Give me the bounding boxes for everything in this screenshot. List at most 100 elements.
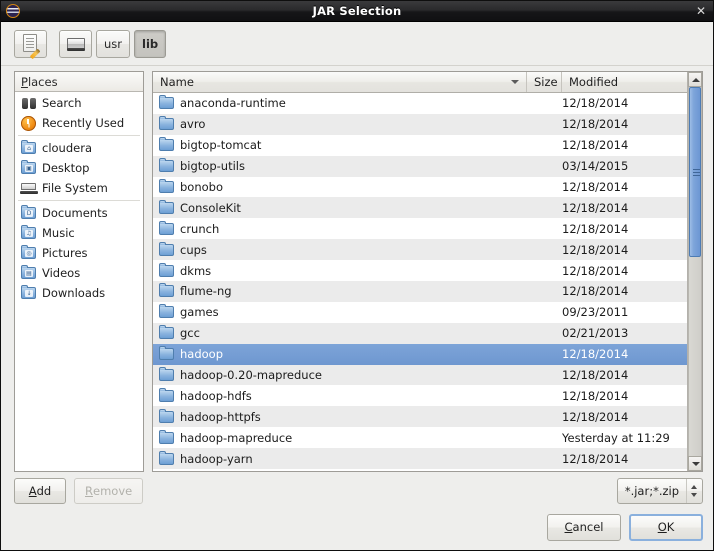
file-row-name: cups <box>153 241 520 258</box>
cancel-button[interactable]: Cancel <box>547 513 621 541</box>
places-sidebar: Places Search Recently Used ⌂ cloudera ▣… <box>14 71 144 472</box>
column-header-modified[interactable]: Modified <box>562 72 687 92</box>
sidebar-item-documents[interactable]: D Documents <box>15 203 143 223</box>
table-row[interactable]: bonobo 12/18/2014 <box>153 176 687 198</box>
scroll-down-icon[interactable] <box>688 456 702 471</box>
sidebar-item-downloads[interactable]: ↓ Downloads <box>15 283 143 303</box>
sidebar-item-desktop[interactable]: ▣ Desktop <box>15 158 143 178</box>
sidebar-item-recently-used[interactable]: Recently Used <box>15 113 143 133</box>
file-row-name-label: ConsoleKit <box>180 200 241 215</box>
folder-icon <box>159 262 175 279</box>
folder-icon <box>159 116 175 132</box>
folder-icon <box>159 220 175 237</box>
column-header-name[interactable]: Name <box>153 72 527 92</box>
sidebar-item-videos[interactable]: ▤ Videos <box>15 263 143 283</box>
file-row-name-label: flume-ng <box>180 284 232 299</box>
file-row-modified: 12/18/2014 <box>562 388 629 403</box>
titlebar[interactable]: JAR Selection ✕ <box>1 1 713 22</box>
sidebar-item-search[interactable]: Search <box>15 93 143 113</box>
table-row[interactable]: hadoop-httpfs 12/18/2014 <box>153 406 687 428</box>
file-list-rows: anaconda-runtime 12/18/2014 avro 12/18/2014… <box>153 93 687 471</box>
folder-icon <box>159 346 175 362</box>
places-header-mnemonic: P <box>21 74 28 89</box>
sidebar-item-label: Videos <box>42 266 81 280</box>
file-row-name-label: hadoop-yarn <box>180 451 253 466</box>
table-row[interactable]: bigtop-tomcat 12/18/2014 <box>153 134 687 156</box>
sidebar-item-pictures[interactable]: ◎ Pictures <box>15 243 143 263</box>
file-list-scrollbar[interactable] <box>687 72 702 471</box>
file-row-name-label: crunch <box>180 221 220 236</box>
table-row[interactable]: ConsoleKit 12/18/2014 <box>153 197 687 219</box>
folder-icon <box>159 408 175 425</box>
file-filter-value: *.jar;*.zip <box>624 484 679 498</box>
sidebar-item-file-system[interactable]: File System <box>15 178 143 198</box>
folder-icon <box>159 283 175 299</box>
file-row-modified: 12/18/2014 <box>562 221 629 236</box>
file-row-name-label: avro <box>180 117 206 132</box>
scroll-up-icon[interactable] <box>688 72 702 87</box>
table-row[interactable]: hadoop 12/18/2014 <box>153 343 687 365</box>
sidebar-item-label: Pictures <box>42 246 88 260</box>
table-row[interactable]: hadoop-0.20-mapreduce 12/18/2014 <box>153 364 687 386</box>
file-row-name: hadoop-yarn <box>153 450 520 467</box>
file-row-name-label: games <box>180 305 219 320</box>
cancel-button-label-rest: ancel <box>572 520 604 534</box>
folder-icon <box>159 387 175 404</box>
path-button-usr-label: usr <box>104 36 123 51</box>
column-header-size[interactable]: Size <box>527 72 562 92</box>
file-row-name-label: cups <box>180 242 207 257</box>
file-row-name-label: hadoop <box>180 347 224 362</box>
file-row-modified: 12/18/2014 <box>562 200 629 215</box>
table-row[interactable]: hadoop-mapreduce Yesterday at 11:29 <box>153 427 687 449</box>
add-button[interactable]: Add <box>14 478 66 504</box>
table-row[interactable]: flume-ng 12/18/2014 <box>153 281 687 302</box>
window-title: JAR Selection <box>312 4 402 18</box>
table-row[interactable]: hadoop-hdfs 12/18/2014 <box>153 385 687 407</box>
table-row[interactable]: dkms 12/18/2014 <box>153 260 687 282</box>
file-row-name-label: bigtop-tomcat <box>180 138 262 153</box>
path-button-lib[interactable]: lib <box>134 29 167 58</box>
sidebar-item-cloudera[interactable]: ⌂ cloudera <box>15 138 143 158</box>
file-list: Name Size Modified anaconda-runtime 12/18… <box>153 72 687 471</box>
file-row-modified: 12/18/2014 <box>562 263 629 278</box>
type-a-file-name-button[interactable] <box>14 29 47 60</box>
add-button-mnemonic: A <box>28 484 37 498</box>
file-filter-combo[interactable]: *.jar;*.zip <box>616 478 703 504</box>
java-duke-icon <box>5 3 21 19</box>
table-row[interactable]: bigtop-utils 03/14/2015 <box>153 155 687 177</box>
folder-icon <box>159 158 175 174</box>
table-row[interactable]: avro 12/18/2014 <box>153 113 687 135</box>
path-button-filesystem[interactable] <box>59 29 92 58</box>
sidebar-item-label: Music <box>42 226 75 240</box>
remove-button[interactable]: Remove <box>74 478 144 504</box>
folder-icon <box>159 199 175 216</box>
table-row[interactable]: gcc 02/21/2013 <box>153 322 687 344</box>
folder-icon <box>159 179 175 195</box>
table-row[interactable]: games 09/23/2011 <box>153 301 687 323</box>
table-row[interactable]: anaconda-runtime 12/18/2014 <box>153 93 687 114</box>
scrollbar-track[interactable] <box>688 87 702 456</box>
file-row-modified: 12/18/2014 <box>562 368 629 383</box>
file-row-name: hadoop-0.20-mapreduce <box>153 367 520 383</box>
action-bar: Cancel OK <box>1 510 713 550</box>
scrollbar-thumb[interactable] <box>689 87 701 257</box>
file-row-modified: 12/18/2014 <box>562 138 629 153</box>
ok-button-mnemonic: O <box>657 520 667 534</box>
file-list-header: Name Size Modified <box>153 72 687 93</box>
table-row[interactable]: crunch 12/18/2014 <box>153 218 687 240</box>
file-row-name: games <box>153 304 520 320</box>
file-row-modified: 12/18/2014 <box>562 284 629 299</box>
close-icon[interactable]: ✕ <box>696 5 706 17</box>
table-row[interactable]: hadoop-yarn 12/18/2014 <box>153 448 687 470</box>
path-button-usr[interactable]: usr <box>96 29 131 58</box>
jar-selection-dialog: JAR Selection ✕ usr lib P laces Search R… <box>0 0 714 551</box>
content-area: Places Search Recently Used ⌂ cloudera ▣… <box>1 66 713 472</box>
sidebar-item-music[interactable]: ♫ Music <box>15 223 143 243</box>
recent-clock-icon <box>21 115 37 131</box>
file-row-name: hadoop <box>153 346 520 362</box>
table-row[interactable]: cups 12/18/2014 <box>153 239 687 261</box>
file-row-modified: 12/18/2014 <box>562 451 629 466</box>
file-row-name-label: gcc <box>180 326 200 341</box>
ok-button[interactable]: OK <box>629 513 703 541</box>
file-row-name-label: hadoop-0.20-mapreduce <box>180 368 322 383</box>
